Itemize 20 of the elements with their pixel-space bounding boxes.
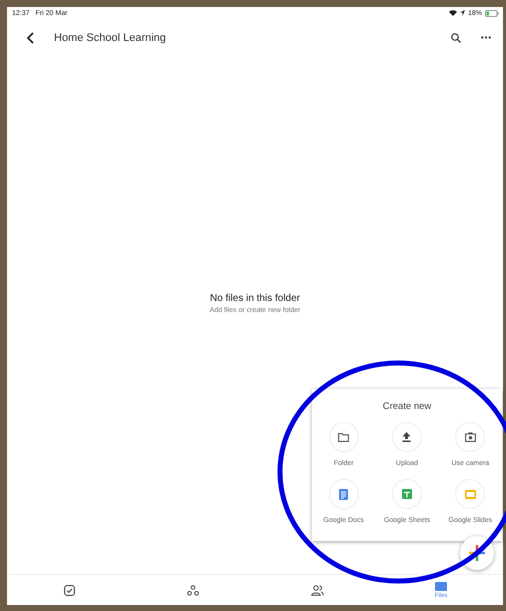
folder-icon <box>435 582 447 590</box>
checkbox-icon <box>64 584 74 596</box>
empty-state-title: No files in this folder <box>210 292 300 304</box>
camera-icon <box>464 432 476 442</box>
wifi-icon <box>448 10 457 16</box>
more-icon[interactable] <box>481 36 491 39</box>
back-icon[interactable] <box>27 32 34 44</box>
spreadsheet-icon <box>402 489 412 499</box>
presentation-icon <box>464 490 476 498</box>
location-icon <box>460 10 465 16</box>
people-icon <box>310 584 324 596</box>
folder-title: Home School Learning <box>54 32 167 44</box>
document-icon <box>339 488 348 500</box>
battery-icon <box>485 10 499 16</box>
upload-icon <box>402 432 412 442</box>
plus-icon <box>469 545 485 561</box>
folder-icon <box>338 432 350 442</box>
menu-title: Create new <box>382 401 432 412</box>
search-icon[interactable] <box>451 32 461 42</box>
circles-icon <box>187 584 199 596</box>
